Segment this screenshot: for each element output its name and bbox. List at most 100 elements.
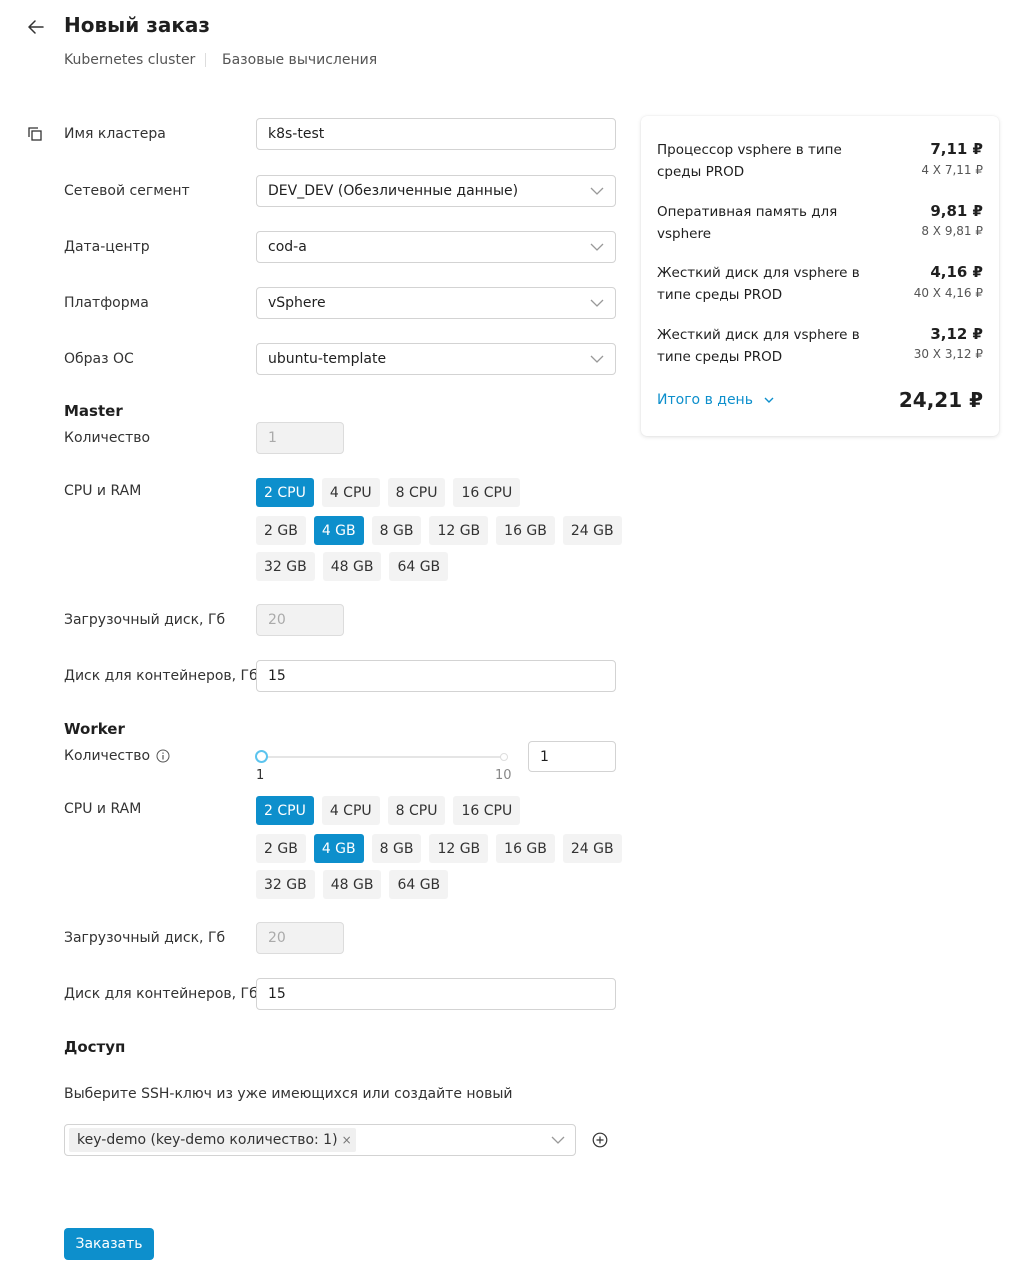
master-ram-options-row1: 2 GB 4 GB 8 GB 12 GB 16 GB 24 GB [256,516,622,545]
back-arrow-icon[interactable] [26,17,46,37]
master-ram-option[interactable]: 12 GB [429,516,489,545]
cluster-name-value: k8s-test [268,126,325,142]
worker-count-slider-track[interactable] [262,756,504,758]
master-cpu-options: 2 CPU 4 CPU 8 CPU 16 CPU [256,478,521,507]
worker-slider-min: 1 [256,768,265,783]
worker-cpu-option[interactable]: 16 CPU [453,796,521,825]
platform-label: Платформа [64,295,149,311]
master-ram-option[interactable]: 32 GB [256,552,315,581]
ssh-hint: Выберите SSH-ключ из уже имеющихся или с… [64,1086,513,1102]
worker-slider-max: 10 [495,768,512,783]
worker-container-disk-label: Диск для контейнеров, Гб [64,986,258,1002]
datacenter-label: Дата-центр [64,239,150,255]
worker-ram-options-row1: 2 GB 4 GB 8 GB 12 GB 16 GB 24 GB [256,834,622,863]
worker-ram-option[interactable]: 24 GB [562,834,622,863]
summary-item-price: 9,81 ₽ [930,202,983,220]
info-icon[interactable] [156,749,170,763]
master-boot-disk-input: 20 [256,604,344,636]
worker-ram-option[interactable]: 4 GB [313,834,364,863]
price-summary-card: Процессор vsphere в типе среды PROD 7,11… [641,116,999,436]
platform-value: vSphere [268,295,326,311]
master-ram-option[interactable]: 8 GB [371,516,422,545]
worker-container-disk-input[interactable]: 15 [256,978,616,1010]
datacenter-value: cod-a [268,239,307,255]
datacenter-select[interactable]: cod-a [256,231,616,263]
worker-ram-option[interactable]: 64 GB [389,870,449,899]
master-cpu-option[interactable]: 16 CPU [453,478,521,507]
os-image-value: ubuntu-template [268,351,387,367]
cluster-name-label: Имя кластера [64,126,166,142]
network-segment-select[interactable]: DEV_DEV (Обезличенные данные) [256,175,616,207]
worker-ram-option[interactable]: 2 GB [256,834,306,863]
summary-item-price: 7,11 ₽ [930,140,983,158]
master-ram-option[interactable]: 2 GB [256,516,306,545]
network-segment-value: DEV_DEV (Обезличенные данные) [268,183,519,199]
worker-boot-disk-value: 20 [268,930,286,946]
total-per-day-toggle[interactable]: Итого в день [657,392,775,408]
breadcrumb-kubernetes[interactable]: Kubernetes cluster [64,52,195,68]
master-cpu-option[interactable]: 4 CPU [321,478,380,507]
breadcrumb-base-compute[interactable]: Базовые вычисления [222,52,377,68]
ssh-key-tag: key-demo (key-demo количество: 1) × [69,1128,356,1152]
worker-count-value: 1 [540,748,549,765]
remove-tag-icon[interactable]: × [342,1133,352,1147]
summary-item-detail: 4 X 7,11 ₽ [921,163,983,177]
worker-ram-options-row2: 32 GB 48 GB 64 GB [256,870,449,899]
master-ram-option[interactable]: 48 GB [322,552,382,581]
worker-ram-option[interactable]: 8 GB [371,834,422,863]
summary-item-detail: 40 X 4,16 ₽ [913,286,983,300]
summary-item-price: 3,12 ₽ [930,325,983,343]
platform-select[interactable]: vSphere [256,287,616,319]
os-image-label: Образ ОС [64,351,134,367]
master-container-disk-value: 15 [268,668,286,684]
summary-item-name: Оперативная память для vsphere [657,204,838,242]
chevron-down-icon [590,355,604,363]
master-ram-option[interactable]: 64 GB [389,552,449,581]
plus-circle-icon[interactable] [592,1132,608,1148]
master-container-disk-label: Диск для контейнеров, Гб [64,668,258,684]
worker-boot-disk-label: Загрузочный диск, Гб [64,930,226,946]
chevron-down-icon [590,299,604,307]
worker-ram-option[interactable]: 12 GB [429,834,489,863]
os-image-select[interactable]: ubuntu-template [256,343,616,375]
page-title: Новый заказ [64,13,211,37]
master-cpu-option[interactable]: 2 CPU [256,478,314,507]
summary-item-detail: 8 X 9,81 ₽ [921,224,983,238]
cluster-name-input[interactable]: k8s-test [256,118,616,150]
worker-cpu-option[interactable]: 2 CPU [256,796,314,825]
total-label: Итого в день [657,392,753,408]
worker-count-label: Количество [64,748,151,764]
total-value: 24,21 ₽ [898,388,983,412]
master-count-value: 1 [268,430,277,446]
worker-container-disk-value: 15 [268,986,286,1002]
master-ram-option[interactable]: 4 GB [313,516,364,545]
worker-ram-option[interactable]: 48 GB [322,870,382,899]
breadcrumb-separator [205,53,206,67]
chevron-down-icon [764,397,774,403]
network-segment-label: Сетевой сегмент [64,183,190,199]
worker-cpu-ram-label: CPU и RAM [64,801,142,817]
worker-ram-option[interactable]: 16 GB [496,834,555,863]
worker-cpu-option[interactable]: 8 CPU [387,796,446,825]
summary-item-detail: 30 X 3,12 ₽ [913,347,983,361]
master-boot-disk-label: Загрузочный диск, Гб [64,612,226,628]
worker-count-slider-handle[interactable] [255,750,268,763]
master-count-label: Количество [64,430,151,446]
order-button[interactable]: Заказать [64,1228,154,1260]
master-cpu-option[interactable]: 8 CPU [387,478,446,507]
copy-icon[interactable] [27,126,43,142]
summary-item-name: Жесткий диск для vsphere в типе среды PR… [657,265,860,303]
master-ram-option[interactable]: 16 GB [496,516,555,545]
access-section-title: Доступ [64,1038,126,1056]
worker-section-title: Worker [64,720,125,738]
worker-ram-option[interactable]: 32 GB [256,870,315,899]
master-count-input: 1 [256,422,344,454]
ssh-key-select[interactable]: key-demo (key-demo количество: 1) × [64,1124,576,1156]
master-section-title: Master [64,402,123,420]
summary-item-name: Жесткий диск для vsphere в типе среды PR… [657,327,860,365]
master-container-disk-input[interactable]: 15 [256,660,616,692]
worker-count-input[interactable]: 1 [528,741,616,772]
master-ram-option[interactable]: 24 GB [562,516,622,545]
worker-cpu-option[interactable]: 4 CPU [321,796,380,825]
summary-item-price: 4,16 ₽ [930,263,983,281]
